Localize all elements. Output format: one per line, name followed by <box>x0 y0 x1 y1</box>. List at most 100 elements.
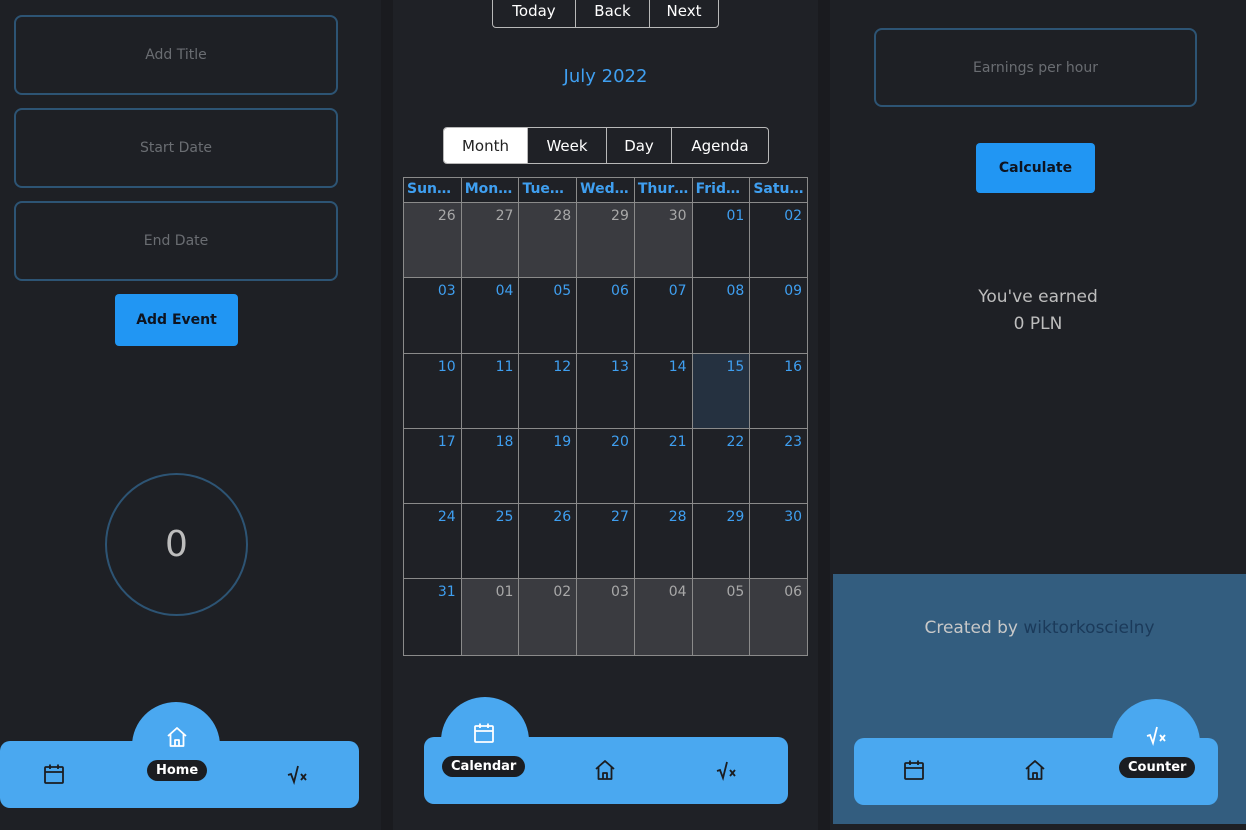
day-cell[interactable]: 01 <box>461 579 520 655</box>
counter-display: 0 <box>105 473 248 616</box>
start-date-input[interactable]: Start Date <box>14 108 338 188</box>
day-cell[interactable]: 27 <box>461 203 520 278</box>
day-cell[interactable]: 06 <box>750 579 808 655</box>
home-panel: Add Title Start Date End Date Add Event … <box>0 0 381 830</box>
nav-calendar[interactable] <box>42 762 66 786</box>
day-cell[interactable]: 04 <box>462 278 520 353</box>
next-button[interactable]: Next <box>650 0 718 27</box>
weekday-fri: Frid… <box>693 178 751 202</box>
weekday-sun: Sun… <box>404 178 462 202</box>
back-button[interactable]: Back <box>576 0 650 27</box>
day-cell[interactable]: 29 <box>577 203 635 278</box>
day-cell[interactable]: 22 <box>693 428 751 504</box>
view-day-button[interactable]: Day <box>607 128 672 163</box>
day-cell[interactable]: 21 <box>635 428 693 504</box>
nav-home[interactable] <box>1023 758 1047 782</box>
nav-home-label: Home <box>147 760 208 781</box>
day-cell[interactable]: 28 <box>635 504 693 579</box>
day-cell[interactable]: 25 <box>462 504 520 579</box>
weekday-header: Sun… Mon… Tue… Wed… Thur… Frid… Satu… <box>404 178 807 203</box>
earnings-per-hour-input[interactable]: Earnings per hour <box>874 28 1197 107</box>
end-date-input[interactable]: End Date <box>14 201 338 281</box>
add-event-button[interactable]: Add Event <box>115 294 238 346</box>
calendar-icon <box>904 760 924 780</box>
earnings-result: You've earned 0 PLN <box>830 284 1246 338</box>
nav-calendar[interactable] <box>902 758 926 782</box>
home-icon <box>167 727 187 747</box>
panel-divider <box>818 0 830 830</box>
calendar-nav-toolbar: Today Back Next <box>492 0 719 28</box>
day-cell[interactable]: 30 <box>750 504 807 578</box>
weekday-tue: Tue… <box>519 178 578 202</box>
day-cell[interactable]: 03 <box>577 579 635 655</box>
nav-home[interactable] <box>593 758 617 782</box>
nav-counter[interactable] <box>715 758 739 782</box>
weekday-wed: Wed… <box>577 178 635 202</box>
day-cell[interactable]: 08 <box>693 278 751 353</box>
day-cell[interactable]: 14 <box>635 353 693 428</box>
day-cell[interactable]: 30 <box>634 203 693 278</box>
calendar-icon <box>473 723 494 743</box>
day-cell[interactable]: 26 <box>404 203 462 278</box>
nav-home[interactable]: Home <box>147 725 208 781</box>
today-cell[interactable]: 15 <box>692 353 751 428</box>
week-row: 31 01 02 03 04 05 06 <box>404 579 808 655</box>
day-cell[interactable]: 09 <box>750 278 807 352</box>
day-cell[interactable]: 02 <box>519 579 578 655</box>
week-row: 24 25 26 27 28 29 30 <box>404 504 807 580</box>
day-cell[interactable]: 07 <box>635 278 693 353</box>
day-cell[interactable]: 06 <box>577 278 635 353</box>
day-cell[interactable]: 04 <box>634 579 693 655</box>
nav-counter-label: Counter <box>1119 757 1196 778</box>
week-row: 10 11 12 13 14 15 16 <box>404 353 807 429</box>
day-cell[interactable]: 05 <box>519 278 578 353</box>
day-cell[interactable]: 03 <box>404 278 462 353</box>
day-cell[interactable]: 05 <box>692 579 751 655</box>
credit-prefix: Created by <box>924 618 1018 638</box>
weekday-thu: Thur… <box>635 178 693 202</box>
day-cell[interactable]: 31 <box>404 579 462 655</box>
day-cell[interactable]: 13 <box>577 353 635 428</box>
day-cell[interactable]: 19 <box>519 428 578 504</box>
today-button[interactable]: Today <box>493 0 576 27</box>
view-agenda-button[interactable]: Agenda <box>672 128 768 163</box>
month-title: July 2022 <box>563 66 648 87</box>
author-link[interactable]: wiktorkoscielny <box>1023 618 1154 638</box>
day-cell[interactable]: 17 <box>404 428 462 504</box>
day-cell[interactable]: 01 <box>693 203 751 278</box>
earned-label: You've earned <box>978 287 1098 307</box>
day-cell[interactable]: 02 <box>750 203 807 277</box>
view-week-button[interactable]: Week <box>528 128 607 163</box>
nav-counter[interactable]: Counter <box>1119 723 1196 778</box>
square-root-icon <box>287 765 307 786</box>
panel-divider <box>381 0 393 830</box>
home-icon <box>595 760 615 780</box>
day-cell[interactable]: 26 <box>519 504 578 579</box>
add-title-input[interactable]: Add Title <box>14 15 338 95</box>
earned-amount: 0 PLN <box>1013 314 1063 334</box>
day-cell[interactable]: 28 <box>519 203 578 278</box>
day-cell[interactable]: 10 <box>404 353 462 428</box>
day-cell[interactable]: 11 <box>462 353 520 428</box>
day-cell[interactable]: 12 <box>519 353 578 428</box>
day-cell[interactable]: 20 <box>577 428 635 504</box>
nav-counter[interactable] <box>286 762 310 786</box>
week-row: 03 04 05 06 07 08 09 <box>404 278 807 354</box>
nav-calendar-label: Calendar <box>442 756 526 777</box>
counter-value: 0 <box>165 524 188 565</box>
day-cell[interactable]: 16 <box>750 354 807 428</box>
day-cell[interactable]: 27 <box>577 504 635 579</box>
nav-calendar[interactable]: Calendar <box>442 721 526 777</box>
square-root-icon <box>1146 726 1166 747</box>
view-switcher: Month Week Day Agenda <box>443 127 769 164</box>
square-root-icon <box>716 761 736 782</box>
calculate-button[interactable]: Calculate <box>976 143 1095 193</box>
calendar-icon <box>44 764 64 784</box>
week-row: 17 18 19 20 21 22 23 <box>404 428 807 505</box>
day-cell[interactable]: 24 <box>404 504 462 579</box>
day-cell[interactable]: 23 <box>750 429 807 503</box>
day-cell[interactable]: 29 <box>693 504 751 579</box>
calendar-panel: Today Back Next July 2022 Month Week Day… <box>393 0 818 830</box>
day-cell[interactable]: 18 <box>462 428 520 504</box>
view-month-button[interactable]: Month <box>444 128 528 163</box>
